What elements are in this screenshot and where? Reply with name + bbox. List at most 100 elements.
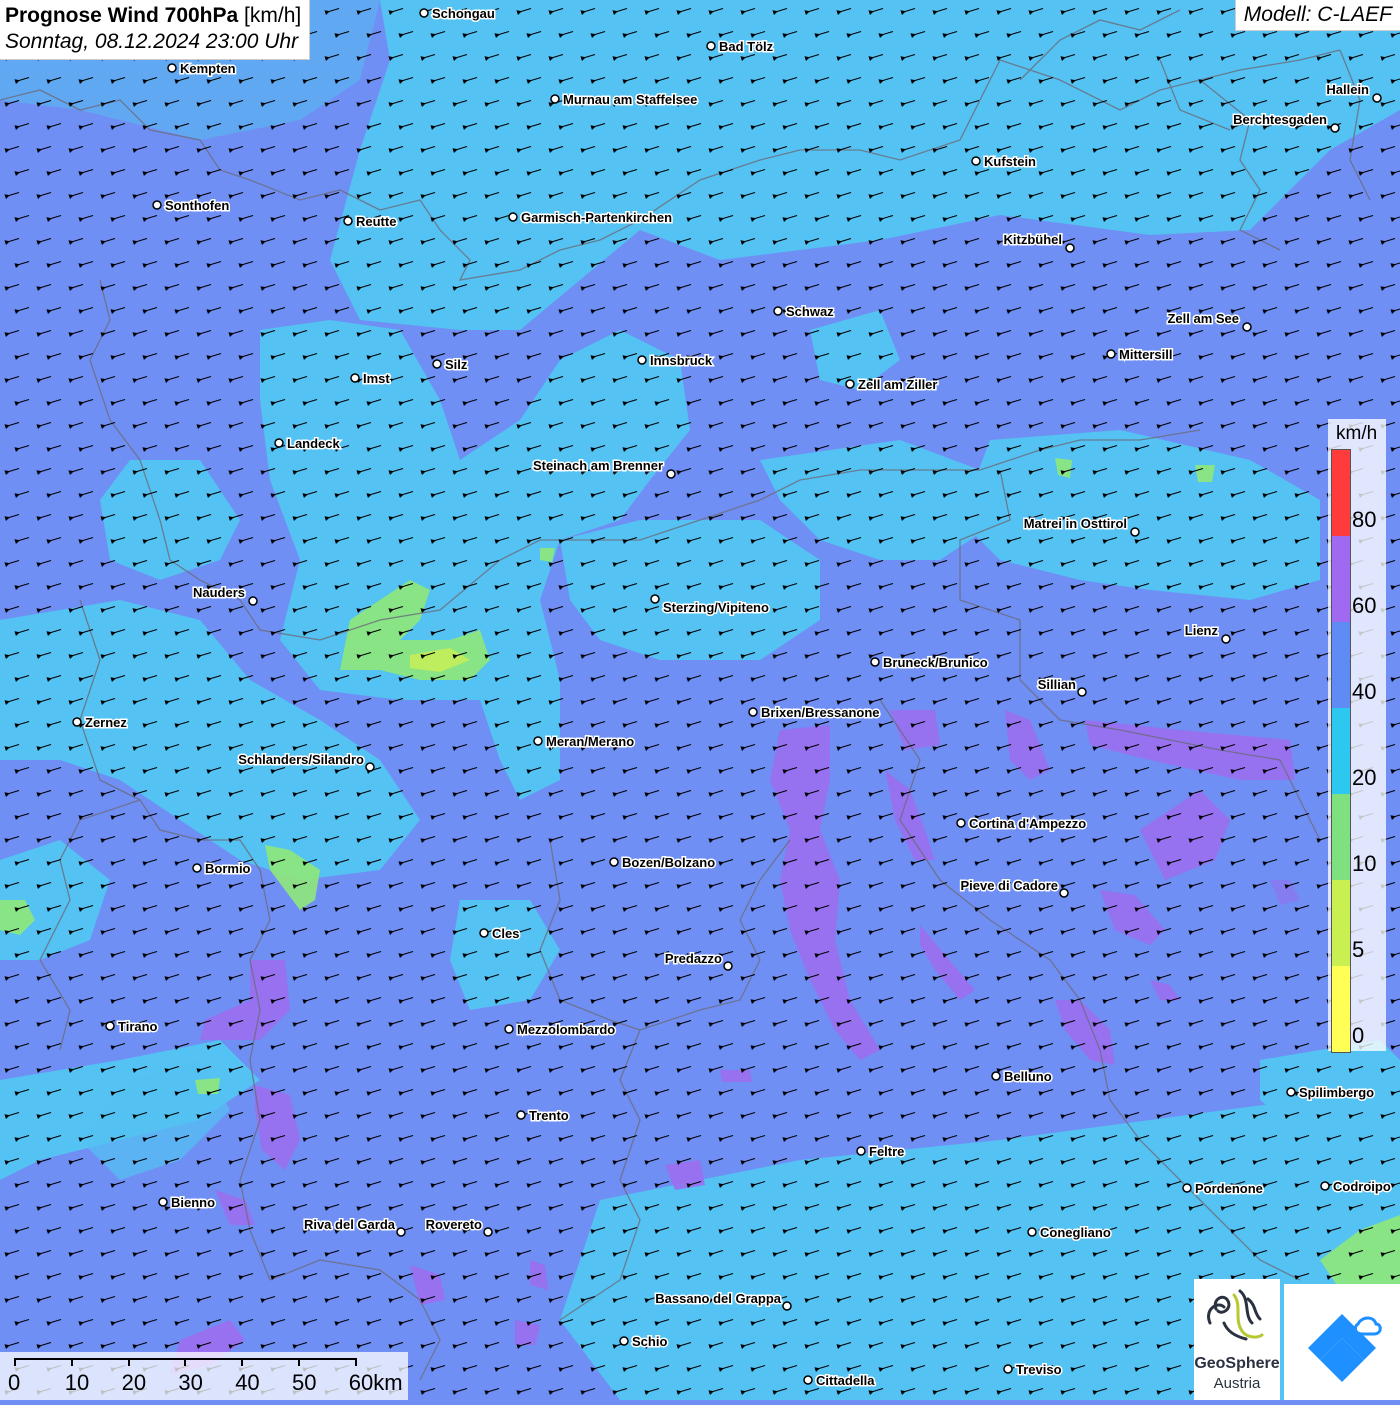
city-dot [1221,634,1231,644]
city-label: Berchtesgaden [1233,112,1327,127]
city-label: Zell am See [1167,311,1239,326]
map-title-box: Prognose Wind 700hPa [km/h] Sonntag, 08.… [0,0,311,60]
city-label: Cortina d'Ampezzo [969,816,1086,831]
scale-tick [184,1358,187,1366]
city-label: Schongau [432,6,495,21]
city-label: Cles [492,926,519,941]
scale-label: 0 [8,1370,21,1395]
legend-swatch [1331,966,1351,1053]
city-dot [192,863,202,873]
city-dot [105,1021,115,1031]
map-title: Prognose Wind 700hPa [km/h] [5,3,301,29]
legend-swatch [1331,794,1351,880]
geosphere-logo-icon [1207,1289,1264,1341]
legend-swatch [1331,708,1351,794]
city-dot [619,1336,629,1346]
city-label: Garmisch-Partenkirchen [521,210,672,225]
legend-swatch [1331,449,1351,536]
city-dot [991,1071,1001,1081]
city-dot [650,594,660,604]
city-label: Conegliano [1040,1225,1111,1240]
city-label: Sillian [1038,677,1076,692]
city-dot [365,762,375,772]
city-dot [971,156,981,166]
city-dot [1242,322,1252,332]
city-label: Imst [363,371,390,386]
legend-swatch [1331,536,1351,622]
city-label: Predazzo [665,951,722,966]
city-dot [1065,243,1075,253]
scale-tick [14,1358,16,1366]
city-label: Schio [632,1334,667,1349]
legend-color-bar [1331,449,1351,1053]
city-label: Landeck [287,436,341,451]
city-label: Mittersill [1119,347,1172,362]
geosphere-logo: GeoSphere Austria [1194,1279,1280,1400]
city-dot [432,359,442,369]
scale-tick [241,1358,244,1366]
city-dot [856,1146,866,1156]
city-dot [1027,1227,1037,1237]
city-label: Steinach am Brenner [533,458,663,473]
scale-tick [127,1358,130,1366]
city-label: Innsbruck [650,353,713,368]
city-label: Lienz [1185,623,1219,638]
scale-label: 50 [292,1370,317,1395]
city-dot [773,306,783,316]
city-dot [533,736,543,746]
city-dot [870,657,880,667]
city-label: Trento [529,1108,569,1123]
logo-name-line1: GeoSphere [1194,1355,1280,1372]
scale-label: 60km [348,1370,403,1395]
city-label: Meran/Merano [546,734,634,749]
city-label: Sonthofen [165,198,229,213]
city-dot [1130,527,1140,537]
city-label: Bad Tölz [719,39,774,54]
city-label: Belluno [1004,1069,1052,1084]
city-label: Kufstein [984,154,1036,169]
city-label: Bormio [205,861,251,876]
city-dot [782,1301,792,1311]
legend-tick-label: 60 [1352,593,1377,618]
scale-bar: 0 10 20 30 40 50 60km [0,1352,408,1400]
city-dot [483,1227,493,1237]
city-dot [479,928,489,938]
city-dot [419,8,429,18]
city-label: Zell am Ziller [858,377,937,392]
city-label: Bozen/Bolzano [622,855,715,870]
city-dot [609,857,619,867]
legend-tick-label: 0 [1352,1023,1365,1048]
city-label: Bruneck/Brunico [883,655,988,670]
city-label: Treviso [1016,1362,1062,1377]
city-dot [1077,687,1087,697]
forecast-datetime: Sonntag, 08.12.2024 23:00 Uhr [5,30,299,53]
city-dot [167,63,177,73]
city-label: Nauders [193,585,245,600]
city-dot [1372,93,1382,103]
city-label: Hallein [1326,82,1369,97]
city-label: Pieve di Cadore [960,878,1058,893]
city-label: Riva del Garda [304,1217,396,1232]
model-label: Modell: C-LAEF [1234,0,1400,31]
city-dot [845,379,855,389]
city-label: Zernez [85,715,127,730]
app-logo-icon [1308,1314,1382,1382]
city-dot [158,1197,168,1207]
city-dot [637,355,647,365]
city-label: Mezzolombardo [517,1022,615,1037]
title-bold: Prognose Wind 700hPa [5,4,239,27]
city-label: Bienno [171,1195,215,1210]
scale-label: 10 [64,1370,90,1395]
city-dot [666,469,676,479]
app-logo [1284,1284,1400,1400]
legend-tick-label: 10 [1352,851,1377,876]
scale-tick [354,1358,357,1366]
legend-tick-label: 20 [1352,765,1377,790]
city-dot [248,596,258,606]
legend-tick-label: 5 [1352,937,1365,962]
city-dot [152,200,162,210]
city-dot [504,1024,514,1034]
city-label: Codroipo [1333,1179,1391,1194]
city-label: Schwaz [786,304,834,319]
city-label: Kempten [180,61,236,76]
